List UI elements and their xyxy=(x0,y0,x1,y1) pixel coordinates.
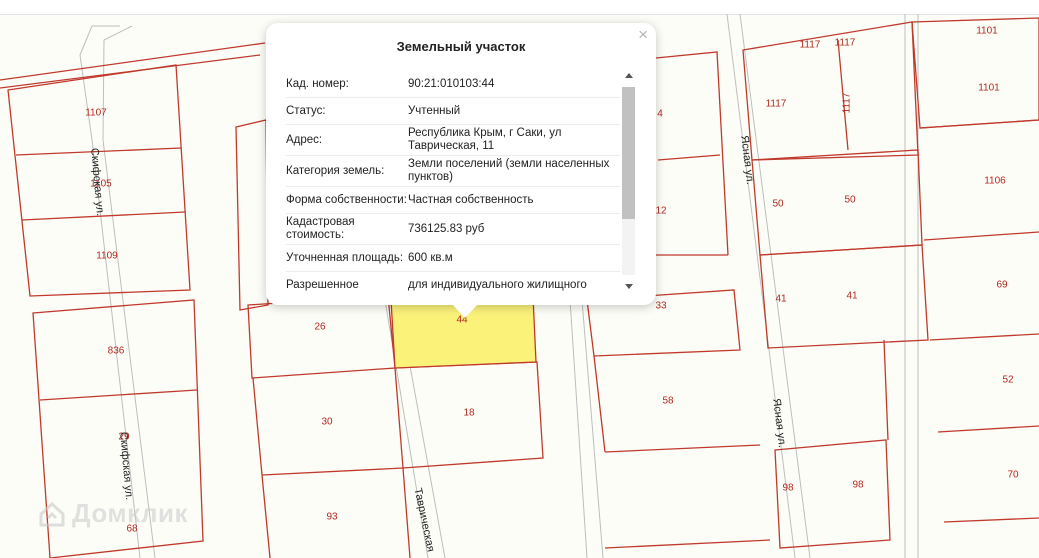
popup-pointer xyxy=(452,304,478,318)
popup-title: Земельный участок xyxy=(396,39,526,54)
plot-label: 58 xyxy=(662,396,674,407)
plot-label: 1101 xyxy=(976,26,998,37)
info-value: для индивидуального жилищного xyxy=(408,278,587,291)
plot-label: 33 xyxy=(655,301,667,312)
plot-label: 4 xyxy=(657,109,663,120)
logo-text: Домклик xyxy=(72,498,188,528)
scroll-up-arrow-icon[interactable] xyxy=(625,73,633,78)
house-icon xyxy=(38,500,66,528)
info-label: Уточненная площадь: xyxy=(286,251,404,264)
plot-label: 52 xyxy=(1002,375,1014,386)
plot-label: 93 xyxy=(326,512,338,523)
info-label: Статус: xyxy=(286,104,326,117)
popup-info-list[interactable]: Кад. номер: 90:21:010103:44 Статус: Учте… xyxy=(286,71,620,291)
info-row-cadastral-value: Кадастровая стоимость: 736125.83 руб xyxy=(286,214,620,245)
info-value: Частная собственность xyxy=(408,193,534,206)
plot-label: 50 xyxy=(844,195,856,206)
info-row-address: Адрес: Республика Крым, г Саки, ул Таври… xyxy=(286,125,620,156)
info-value: Республика Крым, г Саки, ул Таврическая,… xyxy=(408,127,562,152)
info-label: Категория земель: xyxy=(286,164,385,177)
plot-label: 1117 xyxy=(800,40,821,51)
scroll-down-arrow-icon[interactable] xyxy=(625,284,633,289)
info-row-land-category: Категория земель: Земли поселений (земли… xyxy=(286,156,620,187)
plot-label: 50 xyxy=(772,199,784,210)
plot-label: 1117 xyxy=(835,38,856,49)
info-value: 736125.83 руб xyxy=(408,222,485,235)
plot-label: 1109 xyxy=(96,251,118,262)
info-value: 90:21:010103:44 xyxy=(408,77,495,90)
info-value: Земли поселений (земли населенных пункто… xyxy=(408,158,610,183)
info-label: Разрешенное xyxy=(286,278,359,291)
info-label: Кадастровая стоимость: xyxy=(286,216,355,241)
plot-label: 1117 xyxy=(766,99,787,110)
plot-info-popup: × Земельный участок Кад. номер: 90:21:01… xyxy=(266,23,656,318)
plot-label: 18 xyxy=(463,408,475,419)
street-label: Ясная ул. xyxy=(770,398,788,448)
scrollbar-thumb[interactable] xyxy=(622,87,635,219)
plot-label: 1117 xyxy=(842,92,853,113)
popup-scrollbar[interactable] xyxy=(622,73,636,289)
info-row-cadastral-number: Кад. номер: 90:21:010103:44 xyxy=(286,71,620,98)
plot-label: 70 xyxy=(1007,470,1019,481)
plot-label: 30 xyxy=(321,417,333,428)
info-row-status: Статус: Учтенный xyxy=(286,98,620,125)
plot-label: 1106 xyxy=(984,176,1006,187)
plot-label: 836 xyxy=(108,346,125,357)
plot-label: 69 xyxy=(996,280,1008,291)
info-row-ownership: Форма собственности: Частная собственнос… xyxy=(286,187,620,214)
plot-label: 26 xyxy=(314,322,326,333)
info-row-area: Уточненная площадь: 600 кв.м xyxy=(286,245,620,272)
plot-label: 98 xyxy=(852,480,864,491)
plot-label: 41 xyxy=(846,291,858,302)
plot-label: 98 xyxy=(782,483,794,494)
info-row-permitted-use: Разрешенное для индивидуального жилищног… xyxy=(286,272,620,291)
domclick-logo: Домклик xyxy=(38,498,188,529)
street-label: Ясная ул. xyxy=(738,135,756,185)
info-label: Форма собственности: xyxy=(286,193,407,206)
street-label: Скифская ул. xyxy=(117,431,135,500)
info-label: Кад. номер: xyxy=(286,77,349,90)
plot-label: 12 xyxy=(655,206,667,217)
plot-label: 41 xyxy=(775,294,787,305)
street-label: Таврическая xyxy=(411,487,436,553)
plot-label: 1101 xyxy=(978,83,1000,94)
info-value: 600 кв.м xyxy=(408,251,453,264)
plot-label: 1107 xyxy=(85,108,107,119)
info-label: Адрес: xyxy=(286,133,323,146)
info-value: Учтенный xyxy=(408,104,461,117)
